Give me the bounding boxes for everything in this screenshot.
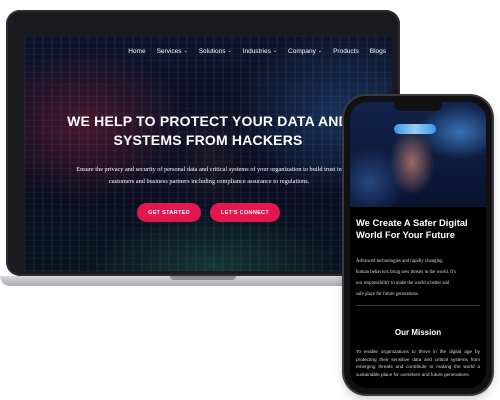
chevron-down-icon: ⌄ (272, 48, 278, 54)
phone-paragraph-line: human behaviors bring new threats to the… (356, 270, 456, 275)
section-divider (356, 305, 480, 306)
hero-subtitle-line: customers and business partners includin… (108, 178, 310, 185)
nav-item-solutions[interactable]: Solutions ⌄ (199, 48, 232, 55)
hero-title-line: WE HELP TO PROTECT YOUR DATA AND (67, 113, 349, 129)
nav-item-products[interactable]: Products (333, 48, 359, 55)
chevron-down-icon: ⌄ (183, 48, 188, 54)
mission-text: To enable organizations to thrive in the… (356, 349, 480, 377)
lets-connect-button[interactable]: LET'S CONNECT (210, 203, 280, 222)
main-nav: Home Services ⌄ Solutions ⌄ Industries ⌄ Co… (128, 48, 386, 55)
phone-screen: We Create A Safer Digital World For Your… (350, 102, 486, 388)
nav-label: Industries (242, 48, 271, 55)
nav-label: Blogs (369, 48, 386, 55)
hero-subtitle-line: Ensure the privacy and security of perso… (76, 166, 342, 173)
hero-subtitle: Ensure the privacy and security of perso… (54, 164, 364, 188)
phone-frame: We Create A Safer Digital World For Your… (344, 96, 492, 394)
nav-label: Products (333, 48, 359, 55)
phone-paragraph-line: Advanced technologies and rapidly changi… (356, 259, 443, 264)
laptop-screen: Home Services ⌄ Solutions ⌄ Industries ⌄ Co… (24, 36, 392, 271)
phone-paragraph-line: safe place for future generations. (356, 292, 419, 297)
nav-label: Services (156, 48, 182, 55)
laptop-hinge-notch (170, 276, 236, 280)
vr-visor-graphic (394, 124, 436, 134)
get-started-button[interactable]: GET STARTED (137, 203, 201, 222)
phone-notch (394, 102, 442, 111)
hero-dim-overlay (24, 36, 392, 271)
nav-item-industries[interactable]: Industries ⌄ (243, 48, 277, 55)
mission-heading: Our Mission (394, 328, 442, 337)
hero-title-line: SYSTEMS FROM HACKERS (113, 132, 303, 148)
phone-section-title: We Create A Safer Digital World For Your… (356, 217, 468, 240)
laptop-frame: Home Services ⌄ Solutions ⌄ Industries ⌄ Co… (6, 10, 400, 276)
nav-item-services[interactable]: Services ⌄ (157, 48, 188, 55)
phone-paragraph: Advanced technologies and rapidly changi… (356, 256, 482, 300)
phone-hero-image (350, 102, 486, 207)
nav-item-company[interactable]: Company ⌄ (288, 48, 322, 55)
chevron-down-icon: ⌄ (317, 48, 323, 54)
phone-paragraph-line: our responsibility to make the world a b… (356, 281, 450, 286)
chevron-down-icon: ⌄ (227, 48, 232, 54)
hero-title: WE HELP TO PROTECT YOUR DATA AND SYSTEMS… (44, 112, 372, 150)
nav-label: Solutions (198, 48, 226, 55)
nav-item-blogs[interactable]: Blogs (370, 48, 386, 55)
nav-label: Company (288, 48, 316, 55)
nav-label: Home (128, 48, 146, 55)
nav-item-home[interactable]: Home (128, 48, 145, 55)
